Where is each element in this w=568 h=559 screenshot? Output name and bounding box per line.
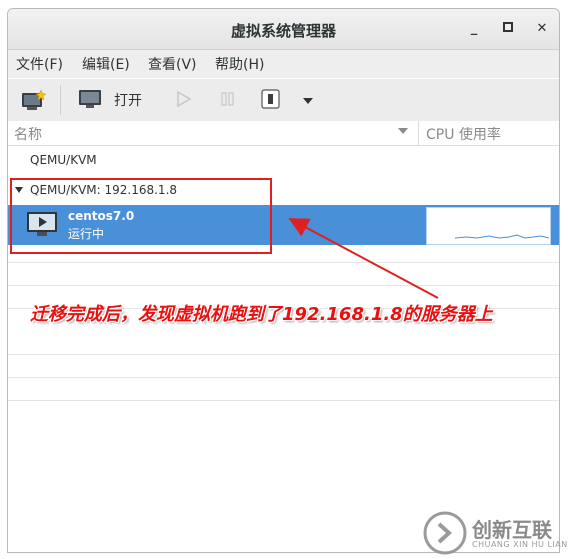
dropdown-arrow-icon [303, 98, 313, 104]
virt-manager-window: 虚拟系统管理器 _ ✕ 文件(F) 编辑(E) 查看(V) 帮助(H) 打开 名… [7, 8, 560, 553]
watermark-logo-icon [423, 511, 467, 555]
row-divider [8, 377, 559, 378]
monitor-icon [79, 90, 101, 108]
shutdown-menu-button[interactable] [302, 94, 314, 110]
close-button[interactable]: ✕ [532, 19, 552, 39]
sort-arrow-icon[interactable] [398, 128, 408, 134]
menu-help[interactable]: 帮助(H) [215, 54, 264, 74]
row-divider [8, 285, 559, 286]
run-button[interactable] [174, 88, 194, 114]
maximize-icon [503, 22, 513, 32]
pause-button[interactable] [218, 88, 238, 114]
menu-edit[interactable]: 编辑(E) [82, 54, 130, 74]
minimize-button[interactable]: _ [464, 19, 484, 39]
play-icon [177, 90, 192, 108]
watermark-text: 创新互联 [472, 518, 552, 542]
pause-icon [221, 92, 234, 106]
open-button[interactable]: 打开 [78, 88, 142, 110]
column-cpu-header[interactable]: CPU 使用率 [426, 124, 501, 144]
cpu-sparkline [454, 234, 550, 239]
new-vm-button[interactable] [20, 88, 48, 116]
maximize-button[interactable] [498, 19, 518, 39]
column-separator [418, 121, 419, 145]
menu-bar: 文件(F) 编辑(E) 查看(V) 帮助(H) [8, 50, 559, 78]
annotation-text: 迁移完成后，发现虚拟机跑到了192.168.1.8的服务器上 [30, 304, 493, 325]
new-vm-icon [22, 89, 47, 110]
watermark-subtext: CHUANG XIN HU LIAN [472, 540, 568, 549]
open-label: 打开 [114, 93, 142, 109]
connection-row-local[interactable]: QEMU/KVM [8, 149, 559, 173]
connection-label: QEMU/KVM [30, 153, 97, 167]
watermark: 创新互联 CHUANG XIN HU LIAN [420, 510, 568, 556]
shutdown-button[interactable] [260, 88, 282, 114]
column-name-header[interactable]: 名称 [14, 124, 42, 144]
row-divider [8, 354, 559, 355]
menu-view[interactable]: 查看(V) [148, 54, 197, 74]
title-bar[interactable]: 虚拟系统管理器 _ ✕ [8, 9, 559, 50]
power-icon [261, 89, 280, 109]
row-divider [8, 400, 559, 401]
minimize-icon: _ [470, 21, 478, 36]
toolbar: 打开 [8, 79, 559, 122]
highlight-box [10, 178, 272, 254]
toolbar-separator [60, 85, 61, 115]
menu-file[interactable]: 文件(F) [16, 54, 63, 74]
row-divider [8, 262, 559, 263]
cpu-usage-graph [426, 207, 551, 245]
close-icon: ✕ [536, 21, 548, 36]
column-header: 名称 CPU 使用率 [8, 121, 559, 146]
